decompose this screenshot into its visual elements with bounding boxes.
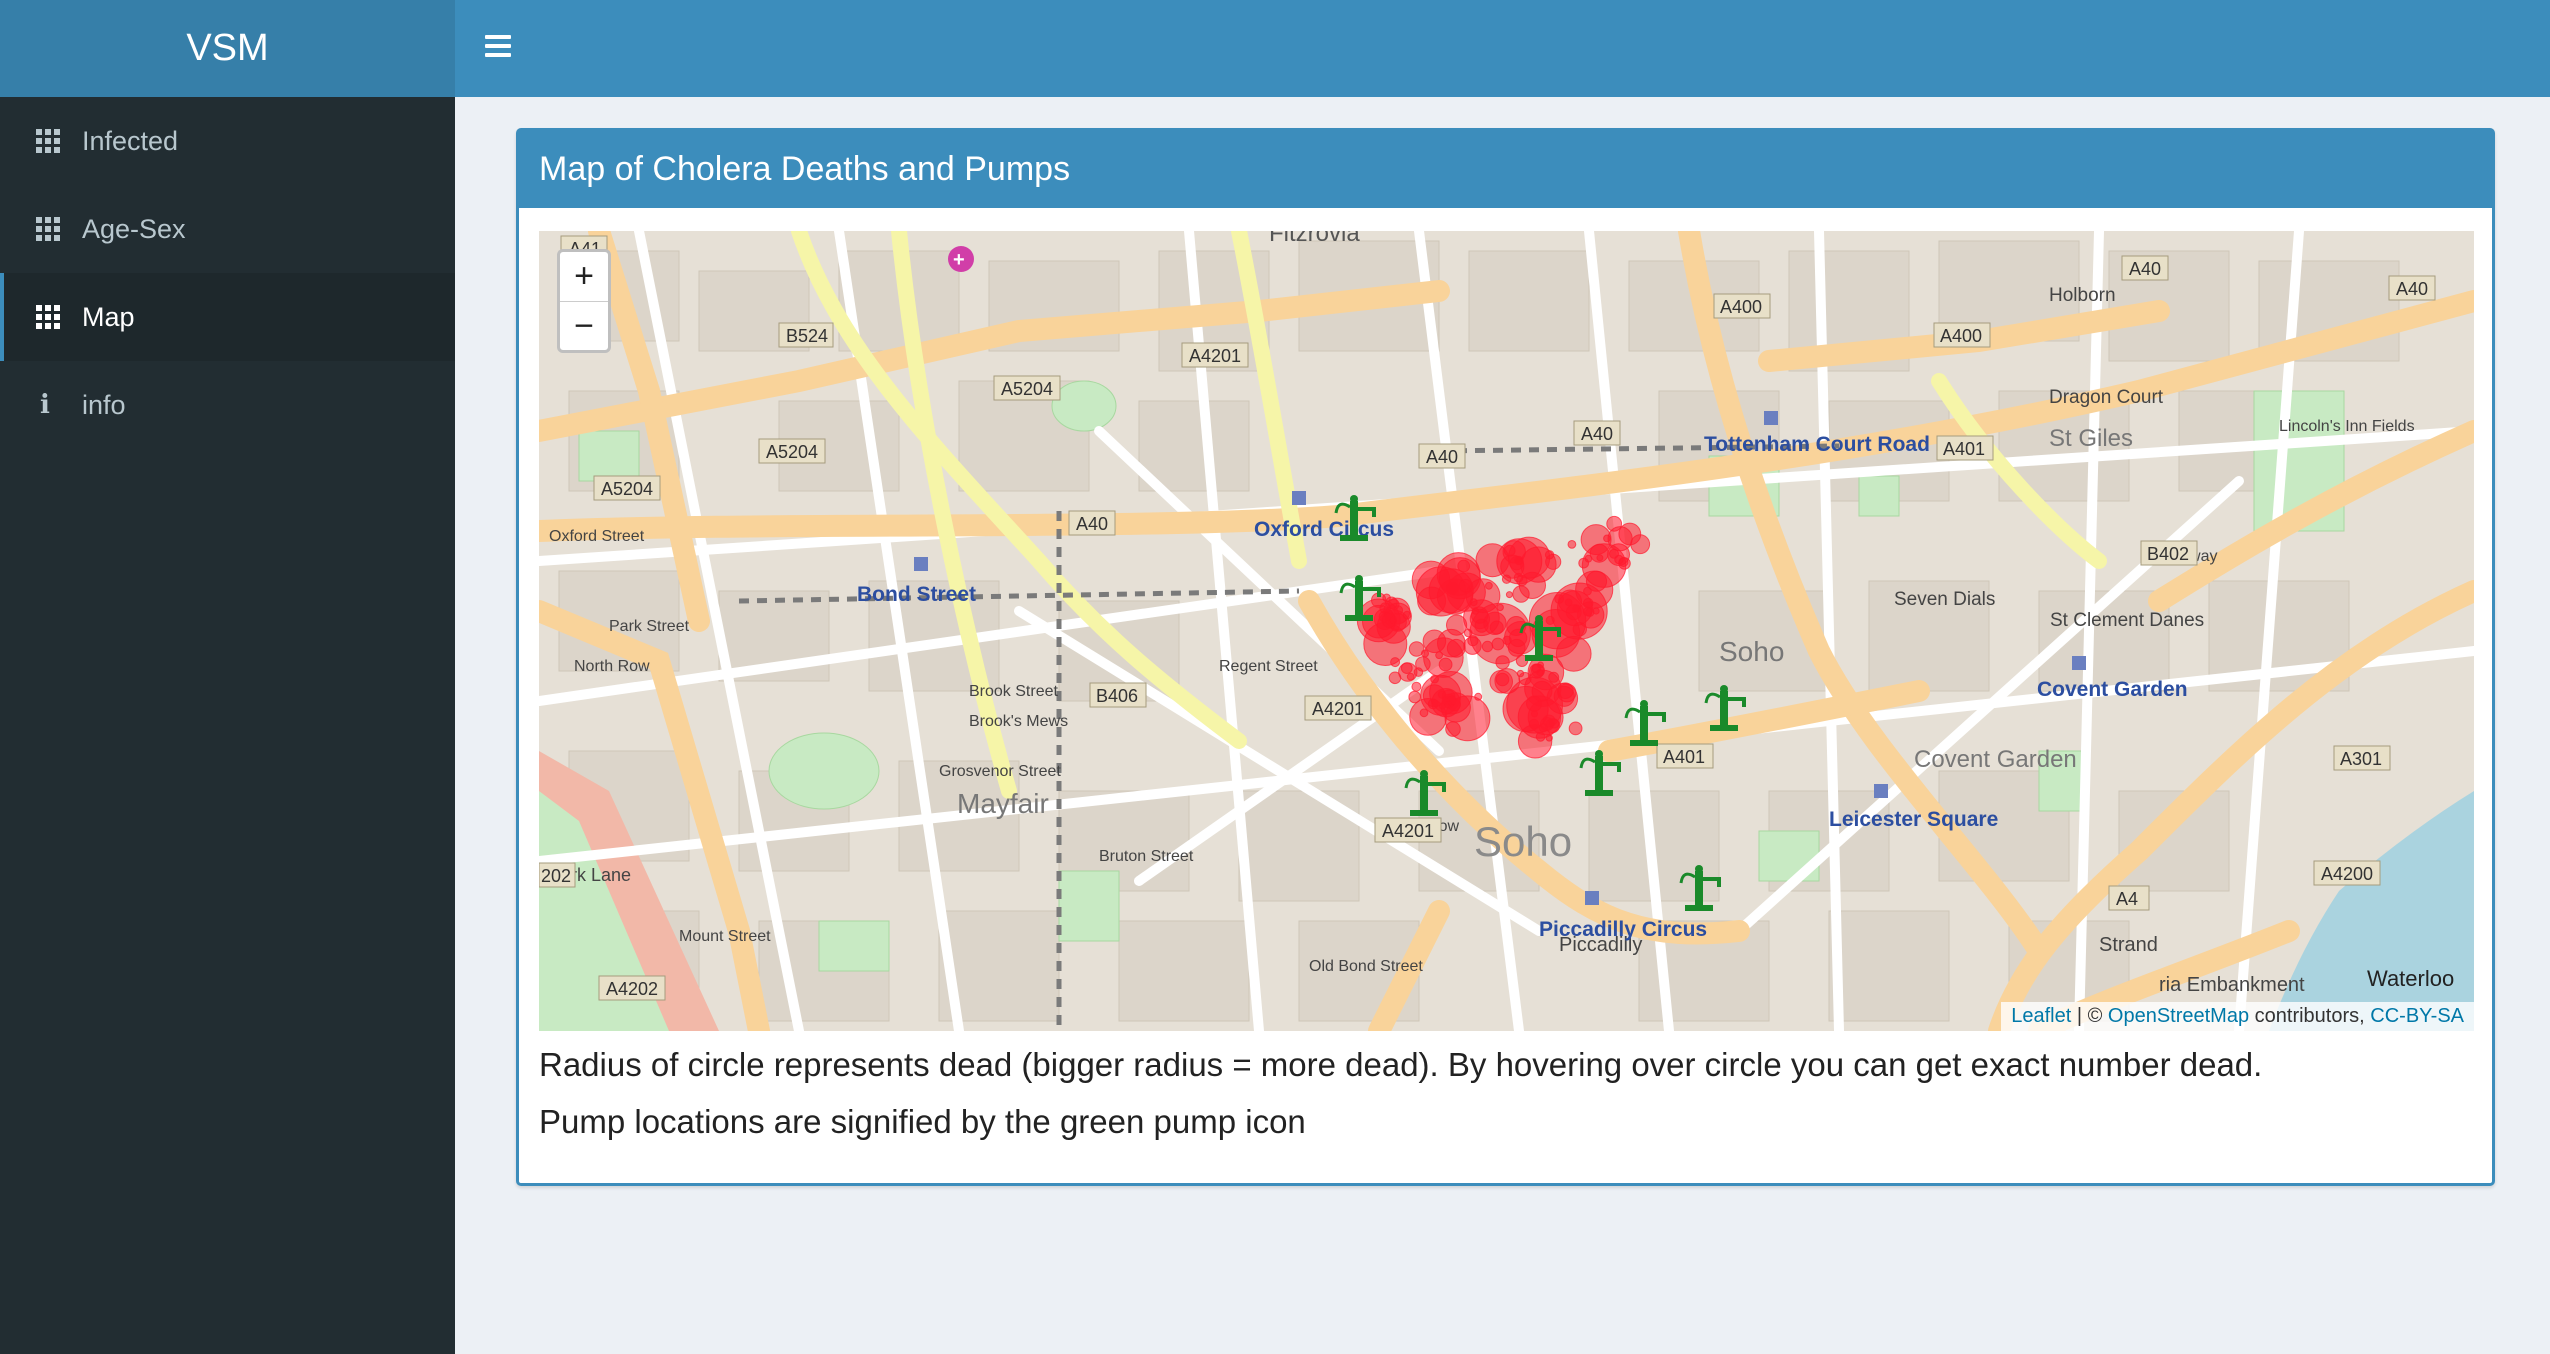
death-circle[interactable]: [1557, 683, 1577, 703]
osm-link[interactable]: OpenStreetMap: [2108, 1005, 2249, 1027]
death-circle[interactable]: [1505, 591, 1513, 599]
sidebar-item-label: Infected: [82, 125, 179, 156]
death-circle[interactable]: [1568, 721, 1583, 736]
pump-icon[interactable]: [1704, 685, 1746, 731]
grid-icon: [36, 129, 82, 153]
attribution-separator: | ©: [2071, 1005, 2108, 1027]
leaflet-link[interactable]: Leaflet: [2011, 1005, 2071, 1027]
app-logo[interactable]: VSM: [0, 0, 455, 97]
death-circle[interactable]: [1400, 662, 1413, 675]
death-circle[interactable]: [1582, 607, 1593, 617]
pump-icon[interactable]: [1404, 770, 1446, 816]
death-circle[interactable]: [1495, 655, 1510, 670]
death-circle[interactable]: [1481, 640, 1494, 653]
attribution-text: contributors,: [2249, 1005, 2371, 1027]
death-circle[interactable]: [1445, 721, 1461, 737]
map-attribution: Leaflet | © OpenStreetMap contributors, …: [2001, 1002, 2474, 1031]
death-circle[interactable]: [1419, 708, 1429, 718]
death-circle[interactable]: [1607, 526, 1633, 552]
death-circle[interactable]: [1544, 550, 1555, 560]
grid-icon: [36, 305, 82, 329]
death-circle[interactable]: [1630, 534, 1651, 555]
death-circle[interactable]: [1382, 593, 1391, 603]
death-circle[interactable]: [1422, 629, 1447, 654]
death-circle[interactable]: [1402, 610, 1412, 620]
death-circle[interactable]: [1470, 606, 1489, 624]
info-icon: i: [40, 390, 50, 420]
death-circle[interactable]: [1512, 585, 1530, 603]
death-circle[interactable]: [1548, 671, 1560, 683]
sidebar-item-label: Age-Sex: [82, 213, 186, 244]
death-circle[interactable]: [1567, 540, 1577, 549]
death-circle[interactable]: [1500, 554, 1525, 579]
sidebar: Infected Age-Sex Map i info: [0, 97, 455, 1354]
map-caption-pumps: Pump locations are signified by the gree…: [539, 1103, 1306, 1140]
death-circle[interactable]: [1411, 681, 1422, 692]
pump-icon[interactable]: [1334, 495, 1376, 541]
death-circle[interactable]: [1485, 581, 1493, 590]
sidebar-item-label: Map: [82, 301, 135, 332]
death-circle[interactable]: [1388, 671, 1402, 685]
sidebar-item-label: info: [82, 389, 126, 420]
map-box: Map of Cholera Deaths and Pumps Fitzrovi…: [516, 128, 2495, 1186]
death-circle[interactable]: [1496, 603, 1504, 612]
sidebar-toggle-icon[interactable]: [485, 35, 511, 61]
sidebar-item-map[interactable]: Map: [0, 273, 455, 361]
top-navbar: [455, 0, 2550, 97]
death-circle[interactable]: [1413, 667, 1424, 677]
zoom-control: + −: [557, 249, 611, 353]
map-caption-radius: Radius of circle represents dead (bigger…: [539, 1046, 2263, 1083]
death-circle[interactable]: [1431, 688, 1461, 718]
death-circle[interactable]: [1430, 674, 1439, 684]
pump-icon[interactable]: [1624, 700, 1666, 746]
pump-icon[interactable]: [1679, 865, 1721, 911]
license-link[interactable]: CC-BY-SA: [2370, 1005, 2464, 1027]
zoom-in-button[interactable]: +: [560, 252, 608, 302]
sidebar-item-info[interactable]: i info: [0, 361, 455, 449]
death-circle[interactable]: [1508, 628, 1528, 648]
death-circle[interactable]: [1491, 637, 1505, 651]
leaflet-map[interactable]: Fitzrovia Soho Soho Mayfair St Giles Dra…: [539, 231, 2474, 1031]
death-circle[interactable]: [1531, 663, 1542, 674]
death-circle[interactable]: [1545, 734, 1553, 742]
pump-icon[interactable]: [1579, 750, 1621, 796]
death-circle[interactable]: [1406, 672, 1415, 681]
death-circle[interactable]: [1438, 657, 1453, 672]
sidebar-item-age-sex[interactable]: Age-Sex: [0, 185, 455, 273]
death-circle[interactable]: [1463, 636, 1482, 655]
sidebar-item-infected[interactable]: Infected: [0, 97, 455, 185]
grid-icon: [36, 217, 82, 241]
box-title: Map of Cholera Deaths and Pumps: [519, 131, 2492, 208]
cholera-overlay[interactable]: [539, 231, 2474, 1031]
death-circle[interactable]: [1502, 685, 1549, 733]
zoom-out-button[interactable]: −: [560, 302, 608, 351]
death-circle[interactable]: [1381, 612, 1397, 628]
death-circle[interactable]: [1458, 578, 1473, 593]
